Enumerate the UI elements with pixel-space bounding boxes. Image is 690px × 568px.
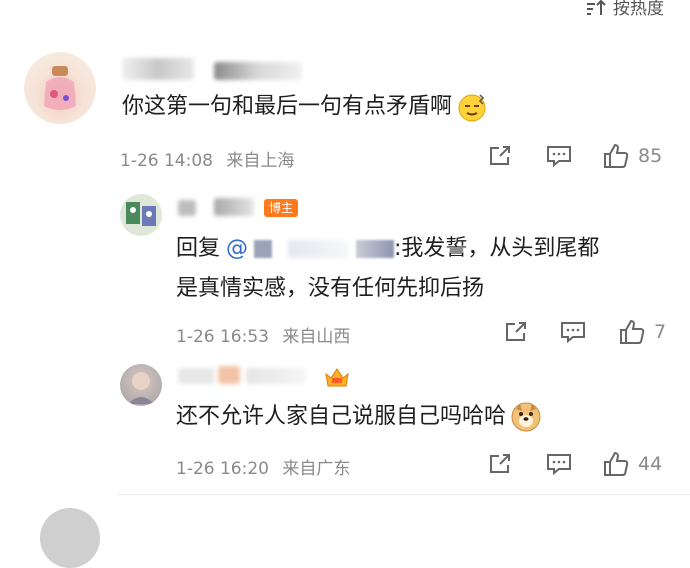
redacted-name bbox=[254, 240, 273, 258]
mention-link[interactable]: @ bbox=[226, 232, 395, 266]
username-redacted[interactable] bbox=[178, 368, 214, 384]
reply-prefix: 回复 bbox=[176, 236, 221, 261]
avatar[interactable] bbox=[120, 194, 162, 236]
comment-text: 你这第一句和最后一句有点矛盾啊 bbox=[122, 90, 488, 124]
timestamp: 1-26 16:20 bbox=[176, 459, 269, 479]
comment-icon bbox=[547, 454, 571, 476]
comment-icon bbox=[547, 146, 571, 168]
timestamp: 1-26 16:53 bbox=[176, 327, 269, 347]
avatar[interactable] bbox=[24, 52, 96, 124]
avatar[interactable] bbox=[120, 364, 162, 406]
comment-button[interactable] bbox=[546, 144, 572, 168]
like-count: 85 bbox=[638, 145, 663, 167]
share-icon bbox=[490, 146, 510, 165]
like-button[interactable]: 85 bbox=[602, 142, 662, 170]
reply-text: 还不允许人家自己说服自己吗哈哈 bbox=[176, 400, 542, 434]
crown-icon bbox=[325, 368, 349, 387]
reply-meta: 1-26 16:53 来自山西 bbox=[176, 322, 350, 347]
sort-label: 按热度 bbox=[613, 0, 664, 19]
doge-emoji-icon bbox=[511, 402, 541, 432]
share-icon bbox=[506, 322, 526, 341]
reply-meta: 1-26 16:20 来自广东 bbox=[176, 454, 350, 479]
username-redacted[interactable] bbox=[178, 200, 196, 216]
reply-text: 回复 @ :我发誓，从头到尾都 是真情实感，没有任何先抑后扬 bbox=[176, 232, 676, 306]
location: 来自山西 bbox=[282, 327, 351, 347]
username-redacted bbox=[214, 62, 302, 80]
username-redacted bbox=[246, 368, 306, 384]
share-button[interactable] bbox=[488, 144, 512, 168]
username-redacted[interactable] bbox=[122, 58, 194, 80]
like-button[interactable]: 7 bbox=[618, 318, 666, 346]
share-icon bbox=[490, 454, 510, 473]
timestamp: 1-26 14:08 bbox=[120, 151, 213, 171]
comment-meta: 1-26 14:08 来自上海 bbox=[120, 146, 294, 171]
comment-button[interactable] bbox=[560, 320, 586, 344]
blogger-badge: 博主 bbox=[264, 199, 299, 217]
like-count: 7 bbox=[654, 321, 667, 343]
comment-button[interactable] bbox=[546, 452, 572, 476]
username-redacted bbox=[214, 198, 254, 216]
location: 来自上海 bbox=[226, 151, 295, 171]
like-icon bbox=[604, 143, 629, 168]
avatar[interactable] bbox=[40, 508, 100, 568]
sort-by-hot-button[interactable]: 按热度 bbox=[585, 0, 664, 19]
share-button[interactable] bbox=[504, 320, 528, 344]
share-button[interactable] bbox=[488, 452, 512, 476]
redacted-name bbox=[288, 240, 349, 258]
like-icon bbox=[604, 451, 629, 476]
like-count: 44 bbox=[638, 453, 663, 475]
redacted-name bbox=[356, 240, 395, 258]
divider bbox=[118, 494, 690, 495]
like-button[interactable]: 44 bbox=[602, 450, 662, 478]
comment-icon bbox=[561, 322, 585, 344]
like-icon bbox=[620, 319, 645, 344]
location: 来自广东 bbox=[282, 459, 351, 479]
sweat-emoji-icon bbox=[458, 94, 486, 122]
sort-icon bbox=[587, 0, 606, 15]
username-redacted bbox=[218, 366, 240, 384]
